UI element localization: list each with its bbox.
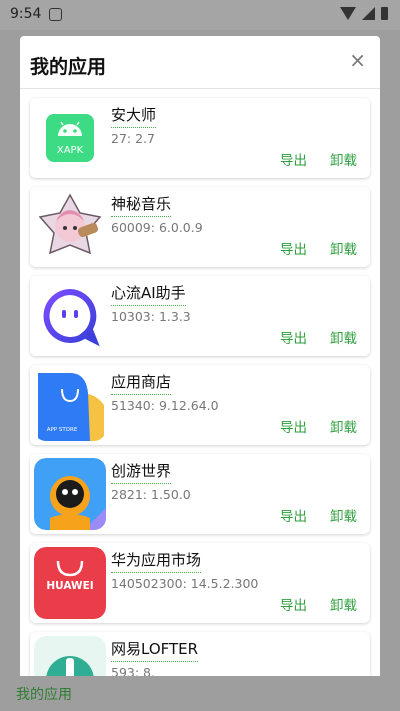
status-time: 9:54	[10, 6, 42, 22]
chat-bubble-icon	[34, 280, 106, 352]
bottom-bar: 我的应用	[0, 676, 400, 711]
uninstall-button[interactable]: 卸载	[330, 149, 357, 169]
battery-icon	[381, 7, 388, 20]
app-name: 网易LOFTER	[111, 638, 199, 662]
app-version: 593: 8.	[111, 665, 155, 676]
divider	[20, 88, 380, 89]
app-card: 网易LOFTER 593: 8. 导出 卸载	[30, 632, 370, 676]
app-version: 10303: 1.3.3	[111, 309, 191, 324]
app-card: APP STORE 应用商店 51340: 9.12.64.0 导出 卸载	[30, 365, 370, 445]
anime-character-icon	[34, 191, 106, 263]
export-button[interactable]: 导出	[280, 238, 307, 258]
notification-icon	[49, 8, 62, 21]
close-icon[interactable]: ×	[349, 48, 366, 72]
app-card: XAPK 安大师 27: 2.7 导出 卸载	[30, 98, 370, 178]
app-store-bag-icon: APP STORE	[34, 369, 106, 441]
app-card: 心流AI助手 10303: 1.3.3 导出 卸载	[30, 276, 370, 356]
export-button[interactable]: 导出	[280, 416, 307, 436]
app-version: 60009: 6.0.0.9	[111, 220, 203, 235]
status-icons	[340, 7, 388, 20]
export-button[interactable]: 导出	[280, 505, 307, 525]
app-card: HUAWEI 华为应用市场 140502300: 14.5.2.300 导出 卸…	[30, 543, 370, 623]
app-version: 2821: 1.50.0	[111, 487, 191, 502]
uninstall-button[interactable]: 卸载	[330, 505, 357, 525]
export-button[interactable]: 导出	[280, 594, 307, 614]
app-version: 140502300: 14.5.2.300	[111, 576, 259, 591]
huawei-bag-icon: HUAWEI	[34, 547, 106, 619]
wifi-icon	[340, 7, 356, 20]
uninstall-button[interactable]: 卸载	[330, 327, 357, 347]
app-name: 应用商店	[111, 371, 172, 395]
app-card: 神秘音乐 60009: 6.0.0.9 导出 卸载	[30, 187, 370, 267]
export-button[interactable]: 导出	[280, 149, 307, 169]
uninstall-button[interactable]: 卸载	[330, 238, 357, 258]
export-button[interactable]: 导出	[280, 327, 307, 347]
game-character-icon	[34, 458, 106, 530]
app-name: 创游世界	[111, 460, 172, 484]
app-card: 创游世界 2821: 1.50.0 导出 卸载	[30, 454, 370, 534]
uninstall-button[interactable]: 卸载	[330, 594, 357, 614]
android-xapk-icon: XAPK	[34, 102, 106, 174]
app-name: 安大师	[111, 104, 157, 128]
app-version: 51340: 9.12.64.0	[111, 398, 219, 413]
app-name: 神秘音乐	[111, 193, 172, 217]
app-list: XAPK 安大师 27: 2.7 导出 卸载 神秘音乐 60009: 6.0.0…	[30, 98, 370, 676]
lofter-icon	[34, 636, 106, 676]
uninstall-button[interactable]: 卸载	[330, 416, 357, 436]
app-name: 华为应用市场	[111, 549, 202, 573]
bottom-tab-my-apps[interactable]: 我的应用	[16, 684, 72, 704]
svg-text:APP STORE: APP STORE	[47, 427, 78, 433]
svg-text:XAPK: XAPK	[57, 145, 84, 156]
dialog-title: 我的应用	[30, 56, 107, 78]
app-name: 心流AI助手	[111, 282, 186, 306]
app-version: 27: 2.7	[111, 131, 155, 146]
svg-text:HUAWEI: HUAWEI	[46, 580, 93, 592]
status-bar: 9:54	[0, 0, 400, 30]
my-apps-dialog: 我的应用 × XAPK 安大师 27: 2.7 导出 卸载 神秘音乐 60009…	[20, 36, 380, 676]
signal-icon	[362, 7, 375, 20]
